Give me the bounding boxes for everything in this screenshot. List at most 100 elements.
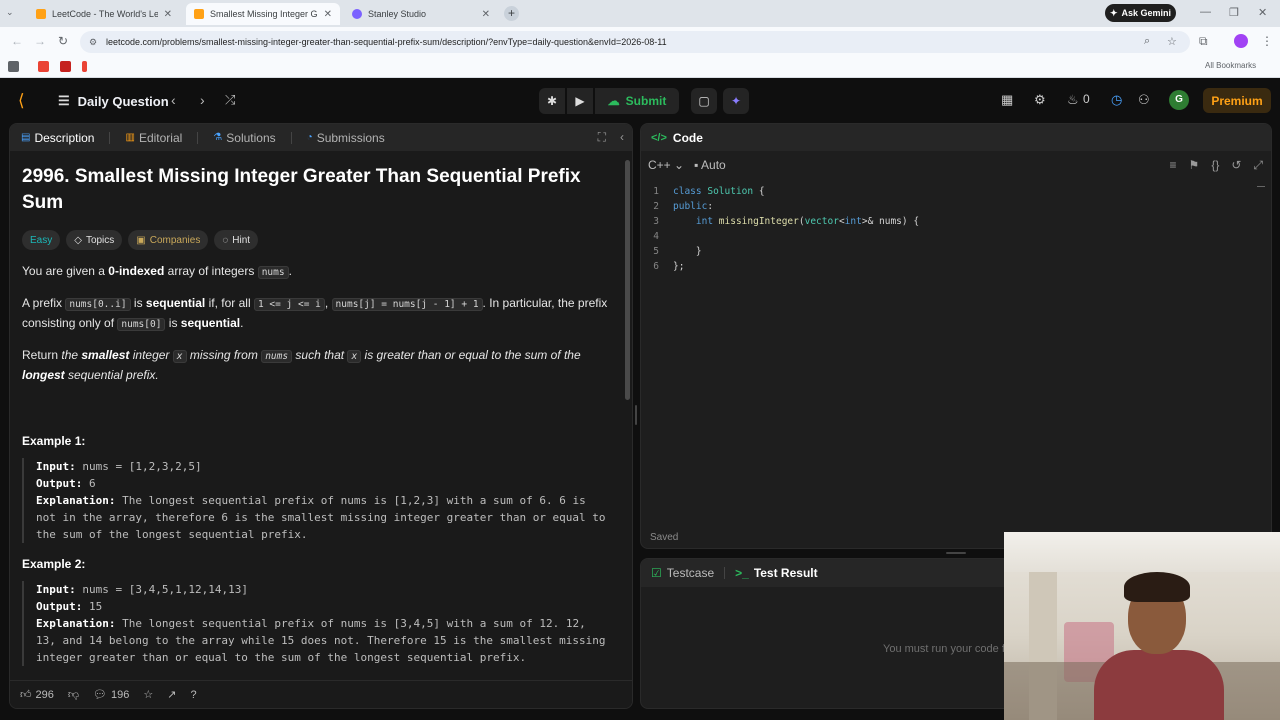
submit-button[interactable]: ☁ Submit xyxy=(595,88,679,114)
timer-icon[interactable]: ◷ xyxy=(1111,92,1122,108)
forward-icon[interactable]: → xyxy=(34,34,46,48)
code-brackets-icon: </> xyxy=(651,131,667,144)
bookmark-gmail-icon[interactable] xyxy=(60,61,71,72)
bookmark-icon[interactable]: ⚑ xyxy=(1189,158,1200,173)
stanley-favicon-icon xyxy=(352,9,362,19)
comments-button[interactable]: 💬︎ 196 xyxy=(93,688,129,702)
bookmarks-bar: All Bookmarks xyxy=(0,56,1280,78)
braces-icon[interactable]: {} xyxy=(1211,158,1219,173)
prev-problem-icon[interactable]: ‹ xyxy=(171,92,176,108)
tab-divider xyxy=(290,131,292,144)
tab-testcase[interactable]: ☑ Testcase xyxy=(651,566,714,580)
leetcode-favicon-icon xyxy=(36,9,46,19)
add-friend-icon[interactable]: ⚇ xyxy=(1138,92,1150,108)
address-bar[interactable]: ⚙ leetcode.com/problems/smallest-missing… xyxy=(80,31,1190,53)
tab-submissions[interactable]: ◔ Submissions xyxy=(307,131,385,145)
companies-chip[interactable]: ▣ Companies xyxy=(128,230,209,250)
topics-chip[interactable]: ◇ Topics xyxy=(66,230,123,250)
description-scrollbar[interactable] xyxy=(625,160,630,400)
tab-solutions[interactable]: ⚗ Solutions xyxy=(213,131,275,145)
cloud-upload-icon: ☁ xyxy=(607,94,620,108)
help-icon[interactable]: ? xyxy=(190,689,196,701)
random-problem-icon[interactable]: ⤮ xyxy=(225,92,235,108)
browser-menu-icon[interactable]: ⋮ xyxy=(1261,34,1273,48)
format-code-icon[interactable]: ≡ xyxy=(1170,158,1177,173)
code-tab[interactable]: </> Code xyxy=(641,124,1271,151)
like-count: 296 xyxy=(35,688,54,701)
site-info-icon[interactable]: ⚙ xyxy=(89,37,99,47)
submissions-history-icon: ◔ xyxy=(306,132,313,143)
daily-question-link[interactable]: ☰ Daily Question xyxy=(58,93,169,109)
tab-description[interactable]: ▤ Description xyxy=(21,131,94,145)
topics-label: Topics xyxy=(85,234,115,246)
tab-editorial[interactable]: ▥ Editorial xyxy=(125,131,182,145)
premium-button[interactable]: Premium xyxy=(1203,88,1271,113)
close-window-icon[interactable]: ✕ xyxy=(1258,6,1267,19)
tab-label: LeetCode - The World's Leadin xyxy=(52,9,158,19)
example-1-block: Input: nums = [1,2,3,2,5] Output: 6 Expl… xyxy=(22,458,612,543)
run-button[interactable]: ▶ xyxy=(567,88,593,114)
problem-title[interactable]: 2996. Smallest Missing Integer Greater T… xyxy=(22,164,612,216)
url-text: leetcode.com/problems/smallest-missing-i… xyxy=(106,37,667,47)
solutions-flask-icon: ⚗ xyxy=(213,132,223,143)
maximize-panel-icon[interactable]: ⛶ xyxy=(598,130,606,145)
language-select[interactable]: C++ ⌄ xyxy=(648,158,684,172)
minimap-indicator xyxy=(1257,186,1265,187)
panel-resize-handle-horizontal[interactable] xyxy=(946,552,966,554)
dislike-icon[interactable]: 👎︎ xyxy=(68,688,79,701)
tab-submissions-label: Submissions xyxy=(316,130,385,145)
back-icon[interactable]: ← xyxy=(11,34,23,48)
extensions-icon[interactable]: ⧉ xyxy=(1199,34,1208,49)
reload-icon[interactable]: ↻ xyxy=(58,34,68,48)
code-editor[interactable]: 1 class Solution { 2 public: 3 int missing… xyxy=(641,184,1271,274)
browser-tab-problem[interactable]: Smallest Missing Integer Great ✕ xyxy=(186,3,340,25)
bookmark-s-icon[interactable] xyxy=(38,61,49,72)
streak-count: 0 xyxy=(1083,92,1090,106)
code-line: 2 public: xyxy=(653,201,714,212)
close-tab-icon[interactable]: ✕ xyxy=(482,9,490,20)
maximize-window-icon[interactable]: ❐ xyxy=(1229,6,1239,19)
hint-chip[interactable]: ◌ Hint xyxy=(214,230,259,250)
like-button[interactable]: 👍︎ 296 xyxy=(20,688,54,702)
apps-grid-icon[interactable] xyxy=(8,61,19,72)
streak-fire-icon[interactable]: ♨ xyxy=(1067,92,1079,108)
share-icon[interactable]: ↗ xyxy=(167,688,176,701)
next-problem-icon[interactable]: › xyxy=(200,92,205,108)
ai-assist-button[interactable]: ✦ xyxy=(723,88,749,114)
submit-label: Submit xyxy=(625,94,667,108)
user-avatar[interactable]: G xyxy=(1169,90,1189,110)
hint-label: Hint xyxy=(232,234,251,246)
fullscreen-icon[interactable]: ⤢ xyxy=(1253,158,1263,173)
close-tab-icon[interactable]: ✕ xyxy=(164,9,172,20)
description-doc-icon: ▤ xyxy=(21,132,31,143)
debugger-button[interactable]: ✱ xyxy=(539,88,565,114)
new-tab-button[interactable]: + xyxy=(504,6,519,21)
panel-controls: ⛶ ‹ xyxy=(598,130,624,145)
reset-code-icon[interactable]: ↺ xyxy=(1231,158,1241,173)
notes-button[interactable]: ▢ xyxy=(691,88,717,114)
run-submit-bar: ✱ ▶ ☁ Submit ▢ ✦ xyxy=(539,88,749,114)
auto-mode-toggle[interactable]: ▪ Auto xyxy=(694,158,726,172)
minimize-window-icon[interactable]: — xyxy=(1200,6,1211,18)
problem-paragraph-2: A prefix nums[0..i] is sequential if, fo… xyxy=(22,296,608,331)
example-2-heading: Example 2: xyxy=(22,557,86,571)
panel-resize-handle-vertical[interactable] xyxy=(635,405,637,425)
browser-tab-stanley-studio[interactable]: Stanley Studio ✕ xyxy=(344,3,498,25)
ask-gemini-button[interactable]: ✦ Ask Gemini xyxy=(1105,4,1176,22)
collapse-panel-icon[interactable]: ‹ xyxy=(620,130,624,145)
tab-test-result[interactable]: >_ Test Result xyxy=(735,566,817,580)
bookmark-youtube-icon[interactable] xyxy=(82,61,87,72)
bookmark-star-icon[interactable]: ☆ xyxy=(1167,35,1177,48)
leetcode-logo-icon[interactable]: ⟨ xyxy=(18,91,25,111)
zoom-icon[interactable]: ⌕ xyxy=(1144,35,1150,48)
profile-avatar[interactable] xyxy=(1234,34,1248,48)
code-line: 1 class Solution { xyxy=(653,186,765,197)
settings-gear-icon[interactable]: ⚙ xyxy=(1034,92,1046,108)
close-tab-icon[interactable]: ✕ xyxy=(324,9,332,20)
all-bookmarks-link[interactable]: All Bookmarks xyxy=(1205,61,1256,70)
layout-icon[interactable]: ▦ xyxy=(1001,92,1013,108)
problem-list-icon: ☰ xyxy=(58,93,70,108)
tab-search-icon[interactable]: ⌄ xyxy=(6,7,14,18)
browser-tab-leetcode-home[interactable]: LeetCode - The World's Leadin ✕ xyxy=(28,3,180,25)
favorite-star-icon[interactable]: ☆ xyxy=(143,688,153,701)
